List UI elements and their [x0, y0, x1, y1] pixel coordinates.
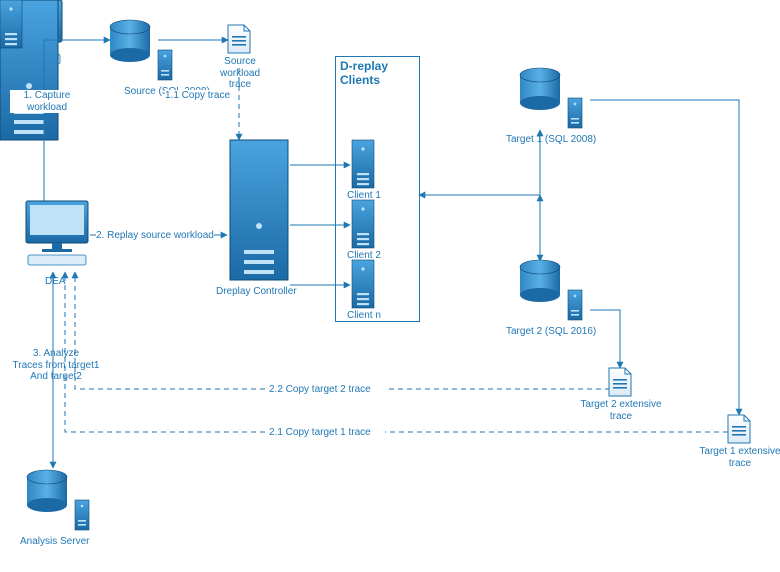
target2-label: Target 2 (SQL 2016) [506, 326, 596, 338]
dea-icon [26, 201, 88, 265]
clients-group-box [335, 56, 420, 322]
clients-box-title: D-replayClients [340, 60, 414, 88]
t2-trace-label: Target 2 extensivetrace [579, 399, 663, 422]
client1-label: Client 1 [347, 190, 381, 202]
edge-label-2-2: 2.2 Copy target 2 trace [269, 384, 371, 396]
analysis-label: Analysis Server [20, 536, 89, 548]
dreplay-icon [230, 140, 288, 280]
source-db-icon [110, 20, 172, 80]
edge-label-2-1: 2.1 Copy target 1 trace [269, 427, 371, 439]
analysis-icon [27, 470, 89, 530]
edge-label-1-1: 1.1 Copy trace [165, 90, 230, 102]
clientn-label: Client n [347, 310, 381, 322]
dea-label: DEA [45, 276, 66, 288]
source-trace-icon [228, 25, 250, 53]
edge-label-1: 1. Capture workload [10, 90, 84, 113]
edge-label-2: 2. Replay source workload [96, 230, 214, 242]
target1-label: Target 1 (SQL 2008) [506, 134, 596, 146]
target1-trace-icon [728, 415, 750, 443]
edge-target2-to-trace [590, 310, 620, 368]
t1-trace-label: Target 1 extensivetrace [698, 446, 780, 469]
target2-icon [520, 260, 582, 320]
dreplay-label: Dreplay Controller [216, 286, 297, 298]
target2-trace-icon [609, 368, 631, 396]
source-trace-label: Source workloadtrace [207, 56, 273, 91]
edge-target1-to-trace [590, 100, 739, 415]
client2-label: Client 2 [347, 250, 381, 262]
edge-label-3: 3. AnalyzeTraces from target1And target2 [11, 348, 101, 383]
edge-capture-workload [44, 40, 110, 201]
target1-icon [520, 68, 582, 128]
